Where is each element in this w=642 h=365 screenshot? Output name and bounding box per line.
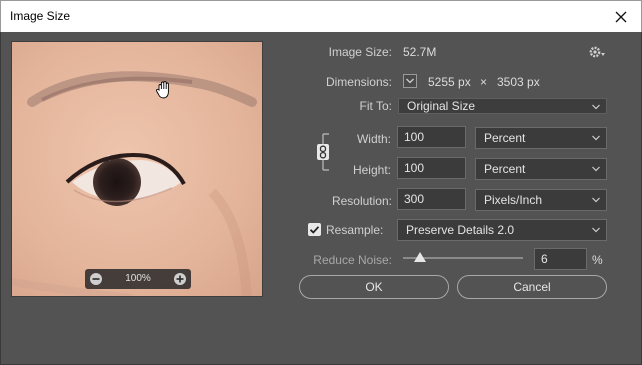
width-unit-select[interactable]: Percent [475, 127, 607, 149]
height-label: Height: [352, 163, 391, 177]
fit-to-value: Original Size [407, 99, 476, 113]
chevron-down-icon [592, 166, 600, 172]
dimensions-label: Dimensions: [325, 75, 392, 89]
height-unit-select[interactable]: Percent [475, 158, 607, 180]
resolution-unit-value: Pixels/Inch [484, 193, 543, 207]
title-bar: Image Size [0, 0, 642, 32]
image-size-value: 52.7M [403, 45, 437, 59]
reduce-noise-label: Reduce Noise: [313, 253, 392, 267]
resample-method-value: Preserve Details 2.0 [406, 223, 515, 237]
cancel-button[interactable]: Cancel [457, 275, 607, 299]
width-label: Width: [356, 132, 391, 146]
width-value: 100 [404, 130, 425, 144]
dimensions-height: 3503 px [497, 75, 540, 89]
chevron-down-icon [406, 78, 414, 84]
resolution-label: Resolution: [331, 194, 392, 208]
width-unit-value: Percent [484, 131, 526, 145]
dimensions-times: × [480, 75, 488, 89]
zoom-in-icon[interactable] [173, 272, 187, 286]
resample-method-select[interactable]: Preserve Details 2.0 [397, 219, 607, 241]
ok-button[interactable]: OK [299, 275, 449, 299]
dimensions-units-toggle[interactable] [403, 74, 417, 88]
gear-icon[interactable] [588, 45, 606, 59]
image-preview[interactable]: 100% [11, 41, 263, 297]
resample-checkbox[interactable] [308, 223, 321, 236]
width-input[interactable]: 100 [397, 126, 466, 148]
resolution-unit-select[interactable]: Pixels/Inch [475, 189, 607, 211]
dimensions-width: 5255 px [428, 75, 471, 89]
reduce-noise-unit: % [592, 253, 603, 267]
chevron-down-icon [592, 197, 600, 203]
height-value: 100 [404, 161, 425, 175]
resample-label: Resample: [326, 223, 384, 237]
close-icon[interactable] [610, 6, 632, 28]
window-title: Image Size [10, 9, 71, 23]
image-size-label: Image Size: [328, 45, 392, 59]
resolution-input[interactable]: 300 [397, 188, 466, 210]
height-unit-value: Percent [484, 162, 526, 176]
chevron-down-icon [592, 227, 600, 233]
zoom-control: 100% [85, 269, 191, 289]
reduce-noise-slider-thumb[interactable] [414, 252, 427, 262]
fit-to-select[interactable]: Original Size [398, 98, 607, 114]
hand-cursor-icon [155, 81, 169, 99]
fit-to-label: Fit To: [359, 99, 392, 113]
reduce-noise-input[interactable]: 6 [534, 248, 587, 270]
chevron-down-icon [592, 104, 600, 110]
checkmark-icon [309, 226, 320, 234]
height-input[interactable]: 100 [397, 157, 466, 179]
resolution-value: 300 [404, 192, 425, 206]
preview-image [12, 42, 262, 296]
reduce-noise-value: 6 [541, 252, 548, 266]
chevron-down-icon [592, 135, 600, 141]
